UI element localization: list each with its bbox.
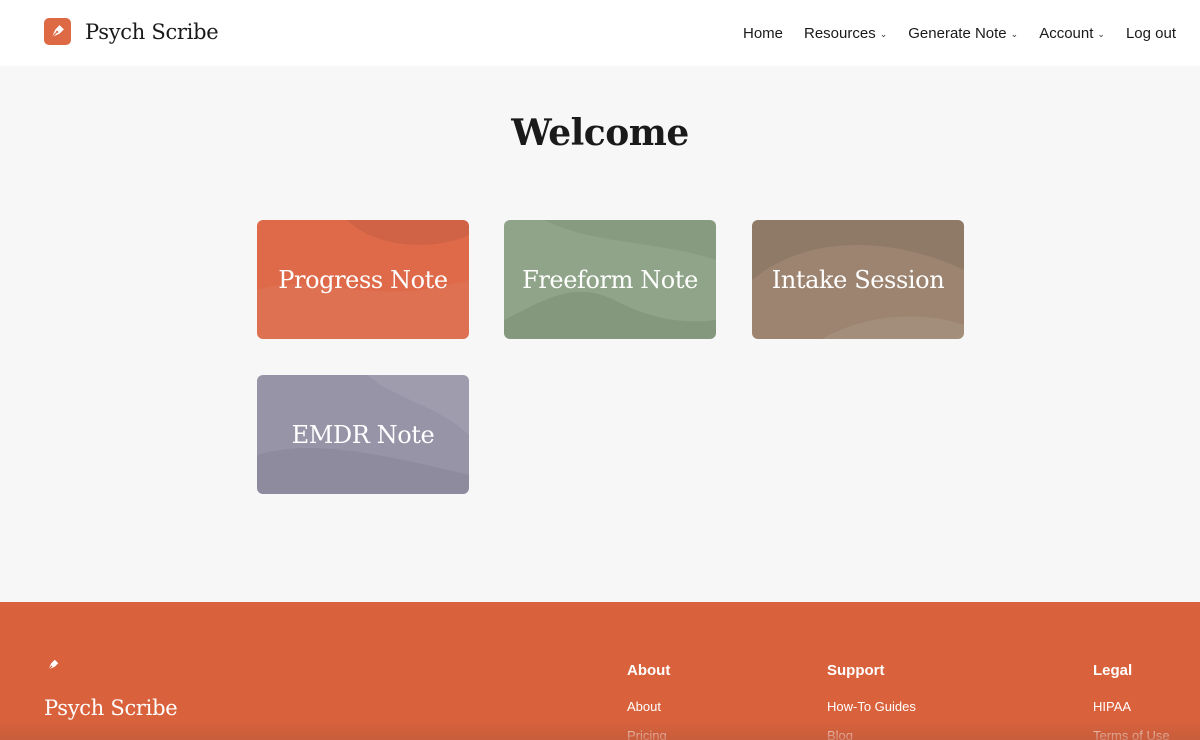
footer-column-support: Support How-To Guides Blog [827, 662, 916, 740]
footer-link-blog[interactable]: Blog [827, 728, 916, 740]
logo-icon [44, 18, 71, 45]
emdr-note-label: EMDR Note [291, 420, 435, 449]
brand[interactable]: Psych Scribe [44, 18, 219, 45]
footer-column-legal: Legal HIPAA Terms of Use [1093, 662, 1170, 740]
footer-link-how-to-guides[interactable]: How-To Guides [827, 699, 916, 714]
nav-resources[interactable]: Resources ⌄ [804, 25, 887, 42]
emdr-note-card[interactable]: EMDR Note [257, 375, 469, 494]
nav-log-out[interactable]: Log out [1126, 25, 1176, 42]
brand-name: Psych Scribe [85, 19, 219, 44]
main-nav: Home Resources ⌄ Generate Note ⌄ Account… [722, 0, 1176, 66]
chevron-down-icon: ⌄ [1097, 28, 1105, 39]
intake-session-card[interactable]: Intake Session [752, 220, 964, 339]
freeform-note-card[interactable]: Freeform Note [504, 220, 716, 339]
top-navbar: Psych Scribe Home Resources ⌄ Generate N… [0, 0, 1200, 66]
footer-brand: Psych Scribe [44, 696, 178, 720]
nav-log-out-label: Log out [1125, 24, 1176, 42]
nav-account[interactable]: Account ⌄ [1039, 25, 1105, 42]
progress-note-label: Progress Note [278, 265, 448, 294]
footer-link-pricing[interactable]: Pricing [627, 728, 670, 740]
footer-link-terms-of-use[interactable]: Terms of Use [1093, 728, 1170, 740]
nav-account-label: Account [1039, 24, 1094, 42]
nav-generate-note[interactable]: Generate Note ⌄ [908, 25, 1018, 42]
intake-session-label: Intake Session [771, 265, 945, 294]
chevron-down-icon: ⌄ [879, 28, 888, 39]
footer-heading-legal: Legal [1093, 662, 1133, 679]
pen-nib-icon [47, 659, 59, 671]
nav-generate-note-label: Generate Note [908, 24, 1007, 42]
progress-note-card[interactable]: Progress Note [257, 220, 469, 339]
footer-link-about[interactable]: About [627, 699, 670, 714]
nav-home[interactable]: Home [743, 25, 783, 42]
page-title: Welcome [511, 112, 689, 154]
nav-resources-label: Resources [804, 24, 876, 42]
footer-column-about: About About Pricing [627, 662, 670, 740]
pen-nib-icon [51, 25, 64, 38]
nav-home-label: Home [742, 24, 783, 42]
chevron-down-icon: ⌄ [1010, 28, 1019, 39]
footer-link-hipaa[interactable]: HIPAA [1093, 699, 1170, 714]
footer-heading-support: Support [827, 662, 885, 679]
footer-heading-about: About [627, 662, 671, 679]
footer: Psych Scribe About About Pricing Support… [0, 602, 1200, 740]
freeform-note-label: Freeform Note [522, 265, 698, 294]
